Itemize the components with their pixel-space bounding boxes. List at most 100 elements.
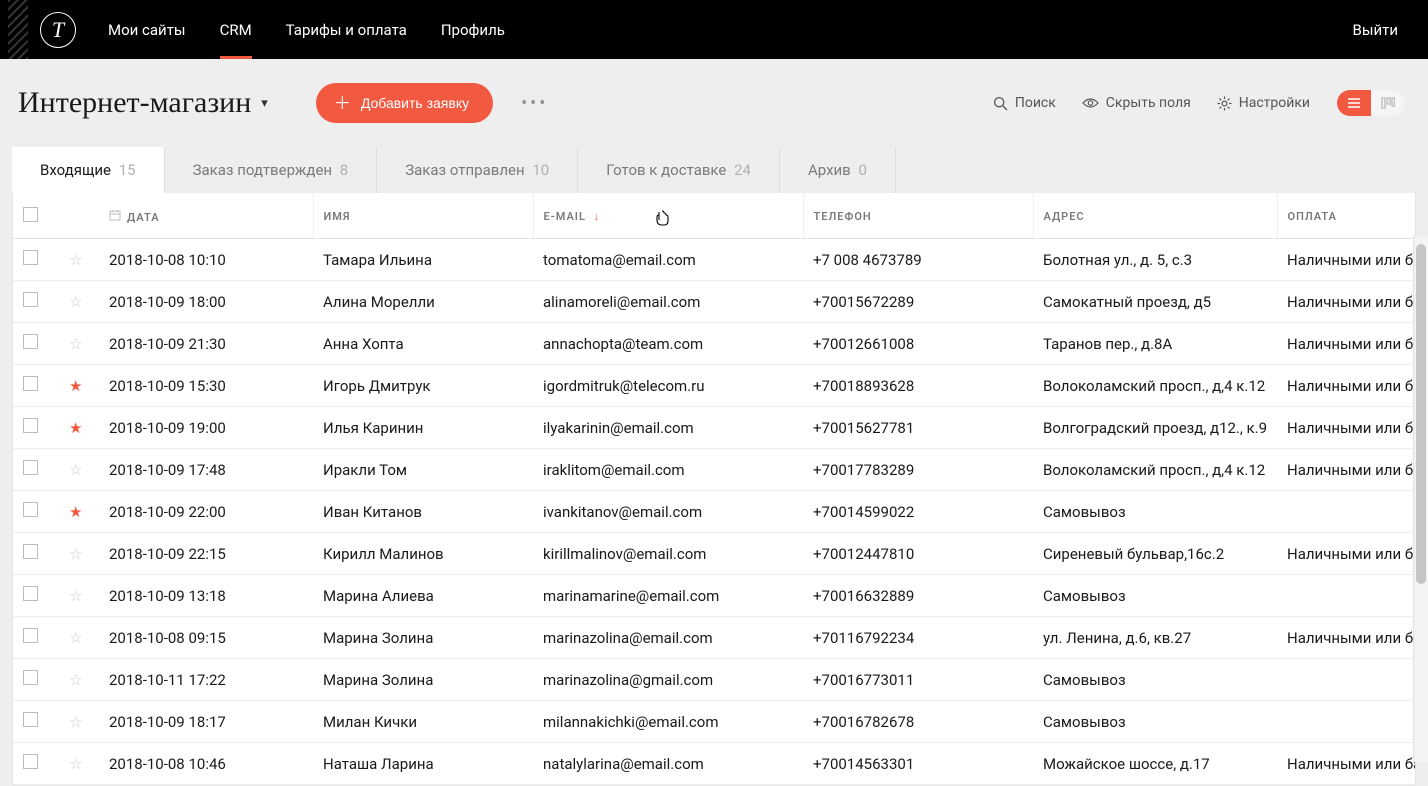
table-row[interactable]: ☆2018-10-11 17:22Марина Золинаmarinazoli… (13, 659, 1416, 701)
row-checkbox[interactable] (23, 712, 38, 727)
cell-star: ☆ (59, 743, 99, 785)
status-tab[interactable]: Входящие 15 (12, 147, 165, 193)
status-tab[interactable]: Готов к доставке 24 (578, 147, 780, 193)
page-title-selector[interactable]: Интернет-магазин ▾ (18, 86, 268, 120)
tab-count: 10 (529, 161, 550, 179)
cell-star: ★ (59, 365, 99, 407)
cell-payment (1277, 491, 1416, 533)
cell-star: ☆ (59, 617, 99, 659)
col-email[interactable]: E-MAIL ↓ (533, 193, 803, 239)
row-checkbox[interactable] (23, 586, 38, 601)
star-icon[interactable]: ★ (69, 419, 82, 437)
star-icon[interactable]: ☆ (69, 335, 82, 353)
cell-address: Самовывоз (1033, 575, 1277, 617)
status-tab[interactable]: Архив 0 (780, 147, 896, 193)
row-checkbox[interactable] (23, 670, 38, 685)
table-row[interactable]: ☆2018-10-09 22:15Кирилл Малиновkirillmal… (13, 533, 1416, 575)
row-checkbox[interactable] (23, 334, 38, 349)
page-header: Интернет-магазин ▾ ＋ Добавить заявку •••… (0, 59, 1428, 147)
star-icon[interactable]: ★ (69, 503, 82, 521)
cell-email: kirillmalinov@email.com (533, 533, 803, 575)
cell-star: ☆ (59, 575, 99, 617)
cell-email: ilyakarinin@email.com (533, 407, 803, 449)
leads-table-wrap: ДАТА ИМЯ E-MAIL ↓ ТЕЛЕФОН АДРЕС ОПЛАТА ☆… (12, 193, 1416, 786)
view-list-button[interactable] (1337, 90, 1371, 116)
col-address[interactable]: АДРЕС (1033, 193, 1277, 239)
star-icon[interactable]: ☆ (69, 545, 82, 563)
status-tab[interactable]: Заказ подтвержден 8 (165, 147, 378, 193)
table-row[interactable]: ☆2018-10-09 13:18Марина Алиеваmarinamari… (13, 575, 1416, 617)
settings-action[interactable]: Настройки (1217, 95, 1310, 111)
top-navbar: T Мои сайты CRM Тарифы и оплата Профиль Вый… (0, 0, 1428, 59)
cell-payment (1277, 701, 1416, 743)
row-checkbox[interactable] (23, 250, 38, 265)
status-tab[interactable]: Заказ отправлен 10 (377, 147, 578, 193)
col-payment[interactable]: ОПЛАТА (1277, 193, 1416, 239)
col-phone[interactable]: ТЕЛЕФОН (803, 193, 1033, 239)
cell-address: Таранов пер., д.8А (1033, 323, 1277, 365)
cell-email: annachopta@team.com (533, 323, 803, 365)
col-date-label: ДАТА (127, 211, 160, 224)
col-date[interactable]: ДАТА (99, 193, 313, 239)
cell-star: ★ (59, 491, 99, 533)
logout-link[interactable]: Выйти (1352, 21, 1398, 39)
table-row[interactable]: ☆2018-10-09 17:48Иракли Томiraklitom@ema… (13, 449, 1416, 491)
scroll-thumb[interactable] (1416, 244, 1426, 584)
table-row[interactable]: ★2018-10-09 15:30Игорь Дмитрукigordmitru… (13, 365, 1416, 407)
col-payment-label: ОПЛАТА (1288, 210, 1338, 223)
star-icon[interactable]: ☆ (69, 755, 82, 773)
table-row[interactable]: ★2018-10-09 22:00Иван Китановivankitanov… (13, 491, 1416, 533)
add-request-button[interactable]: ＋ Добавить заявку (316, 83, 493, 123)
select-all-checkbox[interactable] (23, 207, 38, 222)
main-nav: Мои сайты CRM Тарифы и оплата Профиль (108, 1, 505, 59)
cell-email: alinamoreli@email.com (533, 281, 803, 323)
cell-checkbox (13, 239, 59, 281)
table-row[interactable]: ☆2018-10-09 21:30Анна Хоптаannachopta@te… (13, 323, 1416, 365)
cell-name: Кирилл Малинов (313, 533, 533, 575)
star-icon[interactable]: ☆ (69, 629, 82, 647)
more-actions-button[interactable]: ••• (521, 93, 548, 114)
nav-item[interactable]: Тарифы и оплата (286, 1, 407, 59)
star-icon[interactable]: ☆ (69, 251, 82, 269)
table-row[interactable]: ☆2018-10-08 09:15Марина Золинаmarinazoli… (13, 617, 1416, 659)
table-row[interactable]: ☆2018-10-08 10:46Наташа Ларинаnatalylari… (13, 743, 1416, 785)
cell-date: 2018-10-08 09:15 (99, 617, 313, 659)
star-icon[interactable]: ☆ (69, 671, 82, 689)
view-kanban-button[interactable] (1371, 90, 1405, 116)
search-action[interactable]: Поиск (993, 95, 1056, 111)
cell-address: Волоколамский просп., д,4 к.12 (1033, 365, 1277, 407)
cell-checkbox (13, 617, 59, 659)
cell-name: Иракли Том (313, 449, 533, 491)
tilda-logo[interactable]: T (40, 12, 76, 48)
vertical-scrollbar[interactable] (1413, 236, 1428, 762)
row-checkbox[interactable] (23, 502, 38, 517)
row-checkbox[interactable] (23, 460, 38, 475)
cell-phone: +70018893628 (803, 365, 1033, 407)
nav-item[interactable]: Мои сайты (108, 1, 186, 59)
cell-phone: +70016632889 (803, 575, 1033, 617)
hide-fields-action[interactable]: Скрыть поля (1082, 95, 1191, 111)
cell-payment: Наличными или ба (1277, 239, 1416, 281)
cell-checkbox (13, 743, 59, 785)
star-icon[interactable]: ☆ (69, 587, 82, 605)
star-icon[interactable]: ☆ (69, 293, 82, 311)
table-row[interactable]: ★2018-10-09 19:00Илья Карининilyakarinin… (13, 407, 1416, 449)
table-row[interactable]: ☆2018-10-09 18:00Алина Мореллиalinamorel… (13, 281, 1416, 323)
cell-date: 2018-10-09 13:18 (99, 575, 313, 617)
row-checkbox[interactable] (23, 418, 38, 433)
row-checkbox[interactable] (23, 376, 38, 391)
star-icon[interactable]: ☆ (69, 461, 82, 479)
cell-name: Марина Золина (313, 659, 533, 701)
nav-item[interactable]: CRM (220, 1, 252, 59)
row-checkbox[interactable] (23, 628, 38, 643)
table-row[interactable]: ☆2018-10-08 10:10Тамара Ильинаtomatoma@e… (13, 239, 1416, 281)
col-name[interactable]: ИМЯ (313, 193, 533, 239)
star-icon[interactable]: ☆ (69, 713, 82, 731)
row-checkbox[interactable] (23, 544, 38, 559)
table-row[interactable]: ☆2018-10-09 18:17Милан Кичкиmilannakichk… (13, 701, 1416, 743)
row-checkbox[interactable] (23, 292, 38, 307)
leads-table: ДАТА ИМЯ E-MAIL ↓ ТЕЛЕФОН АДРЕС ОПЛАТА ☆… (13, 193, 1416, 785)
col-star (59, 193, 99, 239)
star-icon[interactable]: ★ (69, 377, 82, 395)
nav-item[interactable]: Профиль (441, 1, 505, 59)
